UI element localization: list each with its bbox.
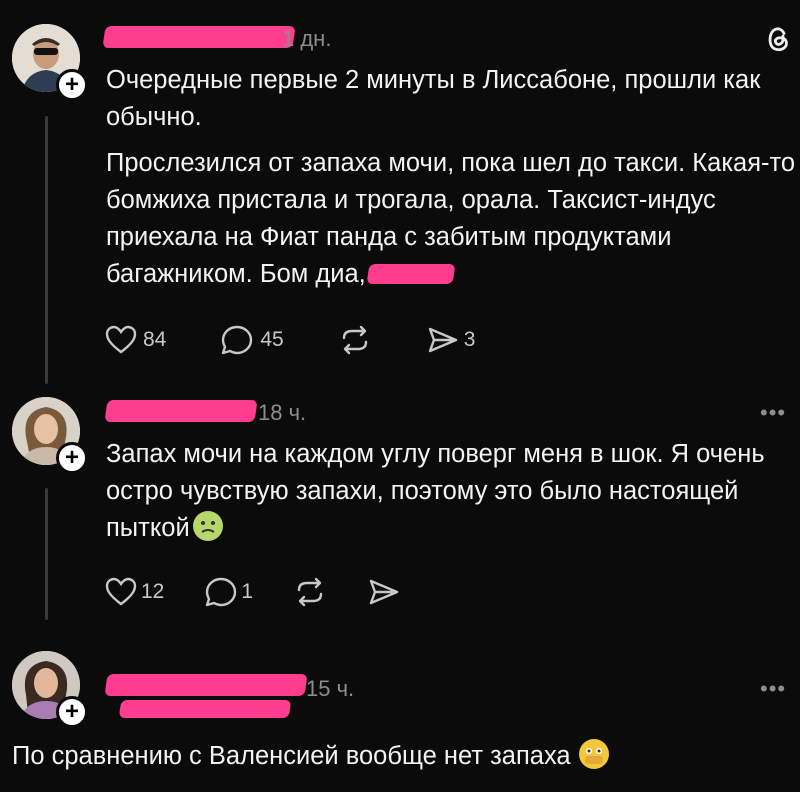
post-time: 18 ч.: [258, 400, 307, 425]
follow-plus-icon[interactable]: +: [56, 442, 88, 474]
thread-line: [45, 488, 48, 620]
post-paragraph: Очередные первые 2 минуты в Лиссабоне, п…: [106, 66, 761, 131]
share-button[interactable]: [367, 576, 401, 608]
comment-icon: [206, 577, 237, 607]
like-button[interactable]: 12: [104, 576, 164, 608]
post-paragraph: По сравнению с Валенсией вообще нет запа…: [12, 742, 571, 770]
follow-plus-icon[interactable]: +: [56, 696, 88, 728]
comment-icon: [222, 325, 253, 355]
more-options-button[interactable]: •••: [760, 676, 786, 702]
post-text: Очередные первые 2 минуты в Лиссабоне, п…: [106, 62, 796, 302]
share-button[interactable]: 3: [426, 324, 476, 356]
heart-icon: [105, 325, 137, 354]
post-text: По сравнению с Валенсией вообще нет запа…: [12, 738, 792, 775]
repost-button[interactable]: [338, 324, 372, 356]
reply-button[interactable]: 45: [220, 324, 284, 356]
post-time: 1 дн.: [282, 26, 332, 51]
threads-logo-icon: [764, 24, 792, 59]
follow-plus-icon[interactable]: +: [56, 69, 88, 101]
post-time: 15 ч.: [306, 676, 355, 701]
send-icon: [369, 579, 399, 605]
face-with-hand-over-mouth-icon: [578, 739, 609, 769]
like-count: 84: [143, 328, 167, 351]
redacted-username: [104, 674, 308, 696]
nauseated-face-icon: [192, 511, 223, 541]
redacted-username: [118, 700, 292, 718]
like-count: 12: [141, 580, 165, 603]
share-count: 3: [463, 328, 476, 351]
reply-count: 45: [260, 328, 284, 351]
redacted-name: [366, 264, 456, 284]
post-paragraph: Прослезился от запаха мочи, пока шел до …: [106, 149, 796, 288]
post-actions: 84 45 3: [104, 324, 475, 356]
post-actions: 12 1: [104, 576, 401, 608]
repost-icon: [342, 325, 367, 355]
thread-line: [45, 116, 48, 384]
reply-count: 1: [241, 580, 254, 603]
reply-button[interactable]: 1: [204, 576, 253, 608]
redacted-username: [104, 400, 258, 422]
more-options-button[interactable]: •••: [760, 400, 786, 426]
like-button[interactable]: 84: [104, 324, 166, 356]
repost-button[interactable]: [293, 576, 327, 608]
repost-icon: [297, 577, 323, 607]
post-text: Запах мочи на каждом углу поверг меня в …: [106, 436, 786, 547]
heart-icon: [105, 577, 137, 606]
send-icon: [428, 327, 457, 353]
redacted-username: [102, 26, 296, 48]
